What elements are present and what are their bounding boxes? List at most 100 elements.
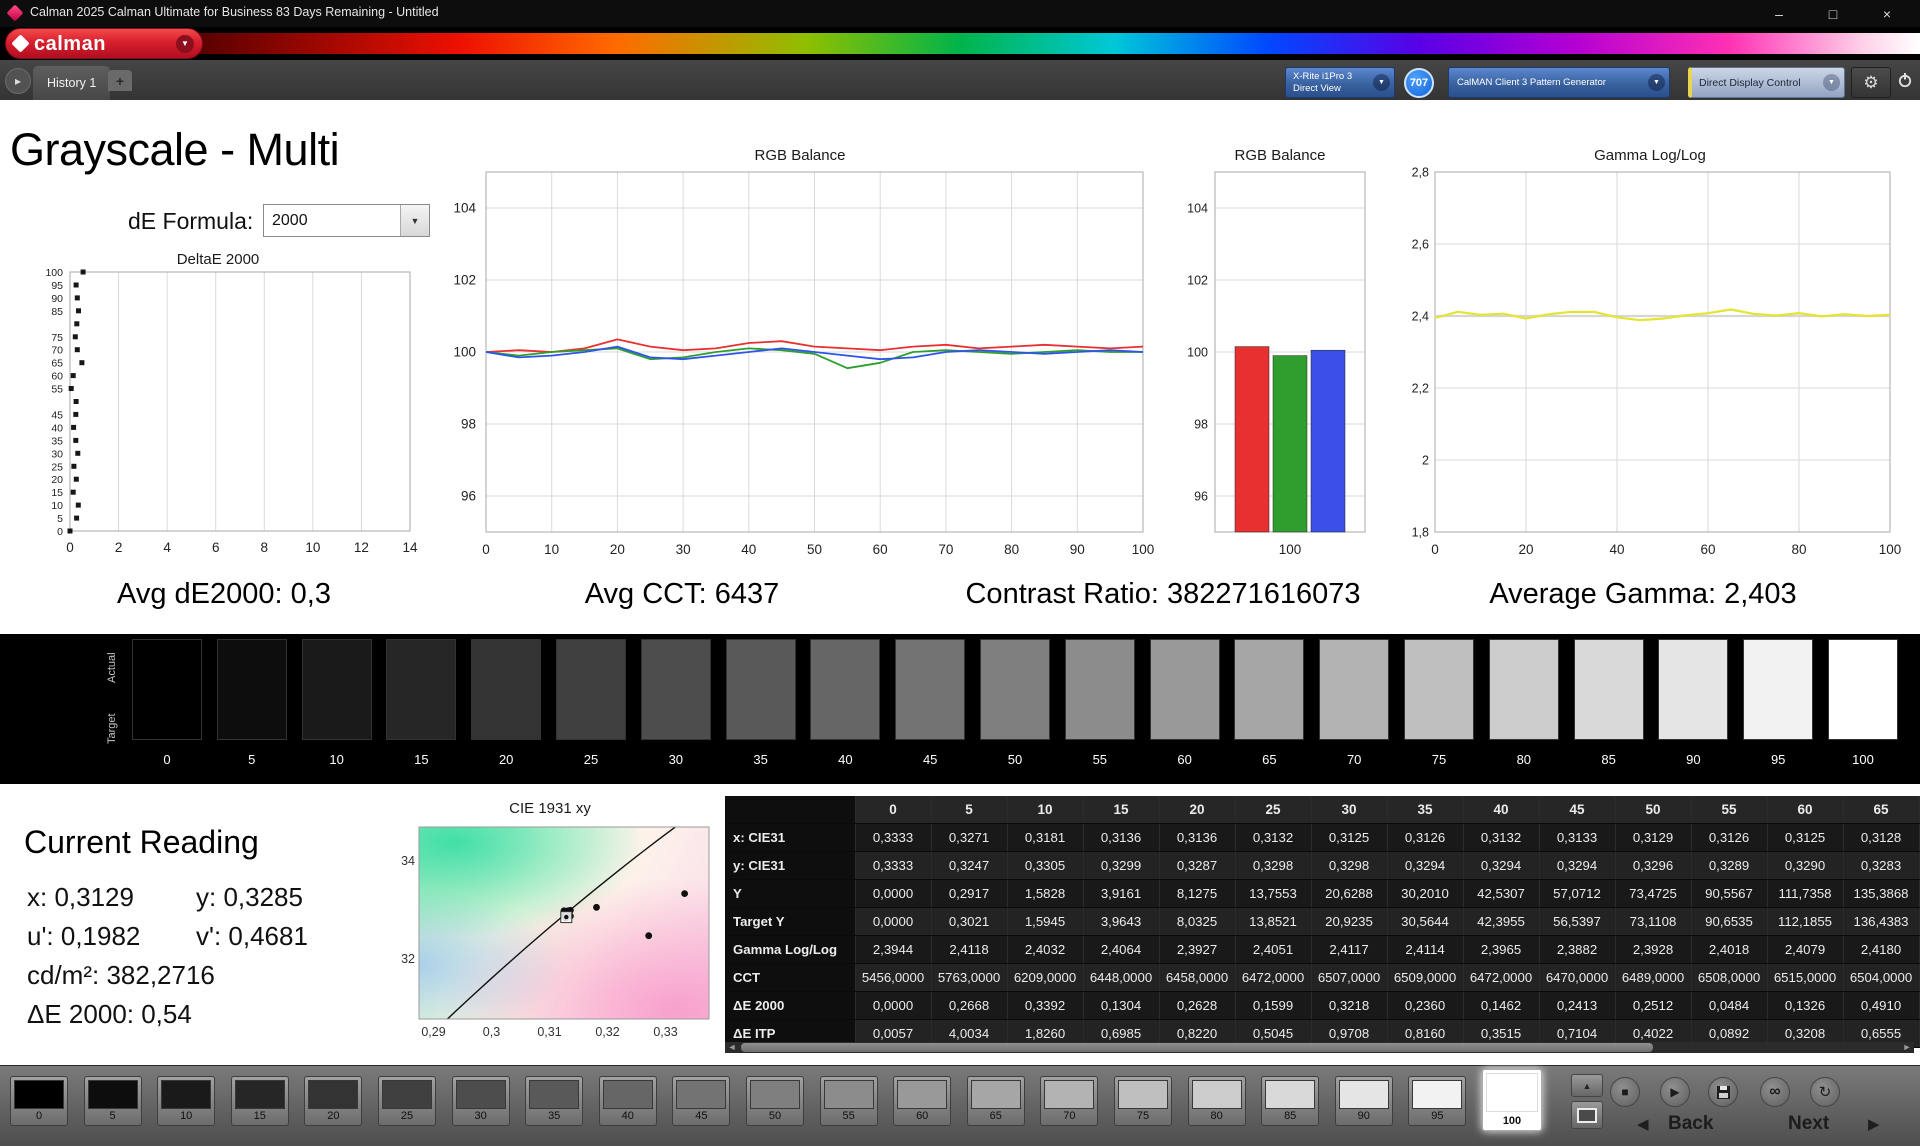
table-cell: 0,3133 <box>1539 823 1616 852</box>
level-button-35[interactable]: 35 <box>525 1076 584 1126</box>
level-swatch <box>1191 1080 1242 1109</box>
table-cell: 0,2413 <box>1539 991 1616 1020</box>
table-cell: 6458,0000 <box>1159 963 1236 992</box>
level-button-20[interactable]: 20 <box>304 1076 363 1126</box>
strip-row-label-target: Target <box>106 713 118 745</box>
continuous-read-button[interactable]: ∞ <box>1760 1077 1790 1107</box>
level-button-15[interactable]: 15 <box>230 1076 289 1126</box>
table-row: y: CIE31 0,3333 0,3247 0,3305 0,3299 0,3287 0,… <box>725 851 1920 880</box>
level-button-30[interactable]: 30 <box>451 1076 510 1126</box>
window-title: Calman 2025 Calman Ultimate for Business… <box>30 5 439 19</box>
save-button[interactable] <box>1708 1077 1738 1107</box>
level-button-65[interactable]: 65 <box>966 1076 1025 1126</box>
level-button-55[interactable]: 55 <box>819 1076 878 1126</box>
table-cell: 0,3299 <box>1083 851 1160 880</box>
reading-luminance: cd/m²: 382,2716 <box>27 960 215 990</box>
scrollbar-thumb[interactable] <box>741 1043 1653 1052</box>
svg-text:0: 0 <box>482 542 490 557</box>
level-swatch <box>1486 1073 1538 1112</box>
next-button[interactable]: Next <box>1788 1113 1829 1135</box>
level-button-10[interactable]: 10 <box>157 1076 216 1126</box>
level-button-0[interactable]: 0 <box>10 1076 68 1126</box>
level-button-100[interactable]: 100 <box>1482 1069 1542 1131</box>
level-button-40[interactable]: 40 <box>598 1076 657 1126</box>
table-cell: 2,4051 <box>1235 935 1312 964</box>
level-button-85[interactable]: 85 <box>1261 1076 1320 1126</box>
grayscale-patch-label: 15 <box>414 752 429 767</box>
table-cell: 0,3126 <box>1691 823 1768 852</box>
grayscale-patch-60 <box>1149 639 1220 740</box>
calman-menu-button[interactable]: calman ▼ <box>5 28 203 59</box>
svg-text:30: 30 <box>676 542 691 557</box>
level-button-75[interactable]: 75 <box>1114 1076 1172 1126</box>
scrollbar-track[interactable] <box>739 1042 1900 1053</box>
close-button[interactable]: × <box>1872 6 1902 22</box>
svg-text:60: 60 <box>873 542 888 557</box>
svg-text:12: 12 <box>354 540 369 555</box>
table-col-header: 25 <box>1235 796 1312 824</box>
level-button-80[interactable]: 80 <box>1187 1076 1246 1126</box>
level-button-5[interactable]: 5 <box>83 1076 142 1126</box>
loop-button[interactable]: ↻ <box>1810 1077 1840 1107</box>
scroll-left-icon[interactable]: ◄ <box>725 1042 739 1053</box>
back-chevron-icon[interactable]: ◀ <box>1637 1115 1649 1133</box>
table-cell: 5763,0000 <box>931 963 1008 992</box>
svg-text:0,29: 0,29 <box>421 1025 445 1039</box>
meter-dropdown[interactable]: X-Rite i1Pro 3 Direct View ▼ <box>1285 67 1395 98</box>
table-cell: 0,0484 <box>1691 991 1768 1020</box>
tab-history-1[interactable]: History 1 <box>33 66 111 100</box>
svg-text:80: 80 <box>1004 542 1019 557</box>
svg-text:0,33: 0,33 <box>653 1025 677 1039</box>
scroll-right-icon[interactable]: ► <box>1900 1042 1914 1053</box>
grayscale-patch-20 <box>471 639 542 740</box>
table-scrollbar[interactable]: ◄ ► <box>725 1042 1914 1053</box>
table-cell: 2,4079 <box>1767 935 1844 964</box>
display-control-dropdown[interactable]: Direct Display Control ▼ <box>1688 67 1845 98</box>
svg-text:20: 20 <box>51 474 63 486</box>
table-cell: 5456,0000 <box>855 963 932 992</box>
svg-text:96: 96 <box>1194 490 1208 504</box>
table-cell: 0,1462 <box>1463 991 1540 1020</box>
tray-expand-button[interactable]: ▲ <box>1571 1074 1603 1097</box>
level-button-95[interactable]: 95 <box>1408 1076 1467 1126</box>
table-row-label: Y <box>725 879 856 908</box>
reading-de2000: ΔE 2000: 0,54 <box>27 999 192 1029</box>
main-content: Grayscale - Multi dE Formula: 2000 ▼ Del… <box>0 100 1920 1065</box>
pattern-window-button[interactable] <box>1571 1101 1603 1129</box>
bottom-bar: 0 5 10 15 20 25 30 35 40 45 50 55 60 65 … <box>0 1065 1920 1146</box>
level-button-70[interactable]: 70 <box>1040 1076 1099 1126</box>
level-button-25[interactable]: 25 <box>378 1076 436 1126</box>
level-swatch <box>1338 1080 1389 1109</box>
minimize-button[interactable]: – <box>1764 6 1794 22</box>
calman-window: Calman 2025 Calman Ultimate for Business… <box>0 0 1920 1146</box>
grayscale-patch-95 <box>1743 639 1814 740</box>
level-button-60[interactable]: 60 <box>893 1076 952 1126</box>
next-chevron-icon[interactable]: ▶ <box>1868 1115 1880 1133</box>
level-button-50[interactable]: 50 <box>746 1076 804 1126</box>
maximize-button[interactable]: □ <box>1818 6 1848 22</box>
rgb-balance-bar-chart: RGB Balance 96 98 100 102 104 100 <box>1180 140 1405 570</box>
add-tab-button[interactable]: + <box>108 70 132 91</box>
power-button[interactable] <box>1896 71 1914 89</box>
table-cell: 0,3021 <box>931 907 1008 936</box>
avg-cct-stat: Avg CCT: 6437 <box>584 578 780 610</box>
meter-count-badge[interactable]: 707 <box>1404 68 1434 98</box>
de-formula-dropdown[interactable]: 2000 ▼ <box>263 204 430 237</box>
back-button[interactable]: Back <box>1668 1113 1713 1135</box>
pattern-generator-dropdown[interactable]: CalMAN Client 3 Pattern Generator ▼ <box>1448 67 1670 98</box>
level-button-90[interactable]: 90 <box>1334 1076 1393 1126</box>
level-swatch <box>14 1080 64 1109</box>
grayscale-patch-10 <box>301 639 372 740</box>
app-icon <box>6 4 24 22</box>
strip-row-label-actual: Actual <box>106 652 118 684</box>
table-cell: 0,3298 <box>1235 851 1312 880</box>
level-button-45[interactable]: 45 <box>672 1076 731 1126</box>
table-cell: 0,3289 <box>1691 851 1768 880</box>
table-cell: 8,1275 <box>1159 879 1236 908</box>
play-button[interactable]: ▶ <box>1660 1077 1690 1107</box>
table-cell: 0,3132 <box>1235 823 1312 852</box>
settings-button[interactable]: ⚙ <box>1851 67 1891 98</box>
nav-toggle-button[interactable]: ▸ <box>5 68 31 94</box>
stop-button[interactable]: ■ <box>1610 1077 1640 1107</box>
svg-text:60: 60 <box>51 371 63 383</box>
